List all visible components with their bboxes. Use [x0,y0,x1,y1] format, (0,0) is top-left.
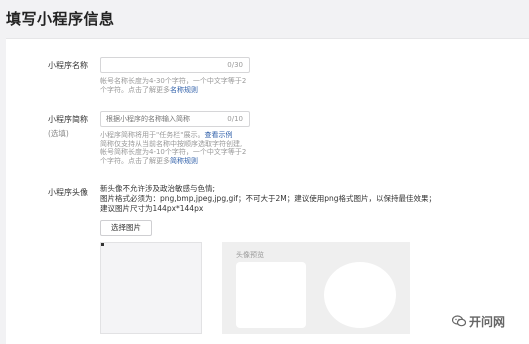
short-name-hint-line2: 简称仅支持从当前名称中按顺序选取字符创建, [100,139,243,148]
avatar-preview-circle [324,262,396,328]
short-name-hint-line3: 帐号简称长度为4-10个字符，一个中文字等于2 [100,148,247,156]
name-hint-line1: 帐号名称长度为4-30个字符，一个中文字等于2 [100,77,247,85]
short-name-hint-line4: 个字符。点击了解更多简称规则 [100,157,246,166]
watermark: 开问网 [451,313,506,330]
short-name-optional-label: (选填) [48,129,69,138]
crop-handle[interactable] [101,243,104,246]
short-name-label: 小程序简称 [48,115,88,124]
name-label: 小程序名称 [48,61,88,70]
short-name-counter: 0/10 [227,115,243,123]
view-example-link[interactable]: 查看示例 [204,131,232,139]
name-counter: 0/30 [227,61,243,69]
short-name-hint-line1: 小程序简称将用于"任务栏"展示。查看示例 [100,131,246,140]
avatar-crop-area[interactable] [100,242,202,334]
avatar-preview-label: 头像预览 [236,251,264,259]
name-hint-text: 个字符。点击了解更多 [100,85,170,94]
avatar-requirements: 新头像不允许涉及政治敏感与色情; 图片格式必须为：png,bmp,jpeg,jp… [100,184,436,214]
short-name-hint: 小程序简称将用于"任务栏"展示。查看示例 简称仅支持从当前名称中按顺序选取字符创… [100,131,246,165]
watermark-text: 开问网 [469,315,506,329]
short-name-hint4-text: 个字符。点击了解更多 [100,156,170,165]
name-field-box: 0/30 [100,57,250,73]
short-name-label-group: 小程序简称 (选填) [18,114,108,139]
avatar-req-line2: 图片格式必须为：png,bmp,jpeg,jpg,gif；不可大于2M；建议使用… [100,194,436,203]
short-name-field-box: 0/10 [100,111,250,127]
page-title: 填写小程序信息 [6,10,115,28]
name-rules-link[interactable]: 名称规则 [170,86,198,94]
name-hint-line2: 个字符。点击了解更多名称规则 [100,86,246,95]
name-input[interactable] [106,60,218,70]
avatar-req-line3: 建议图片尺寸为144px*144px [100,204,204,213]
avatar-label: 小程序头像 [48,188,88,197]
name-hint: 帐号名称长度为4-30个字符，一个中文字等于2 个字符。点击了解更多名称规则 [100,77,246,94]
short-name-rules-link[interactable]: 简称规则 [170,157,198,165]
wechat-icon [451,315,467,330]
short-name-input[interactable] [106,114,218,124]
avatar-preview: 头像预览 [222,242,410,334]
short-name-hint-text: 小程序简称将用于"任务栏"展示。 [100,131,205,139]
avatar-preview-square [236,262,306,328]
avatar-req-line1: 新头像不允许涉及政治敏感与色情; [100,184,216,193]
choose-image-button[interactable]: 选择图片 [100,220,152,236]
